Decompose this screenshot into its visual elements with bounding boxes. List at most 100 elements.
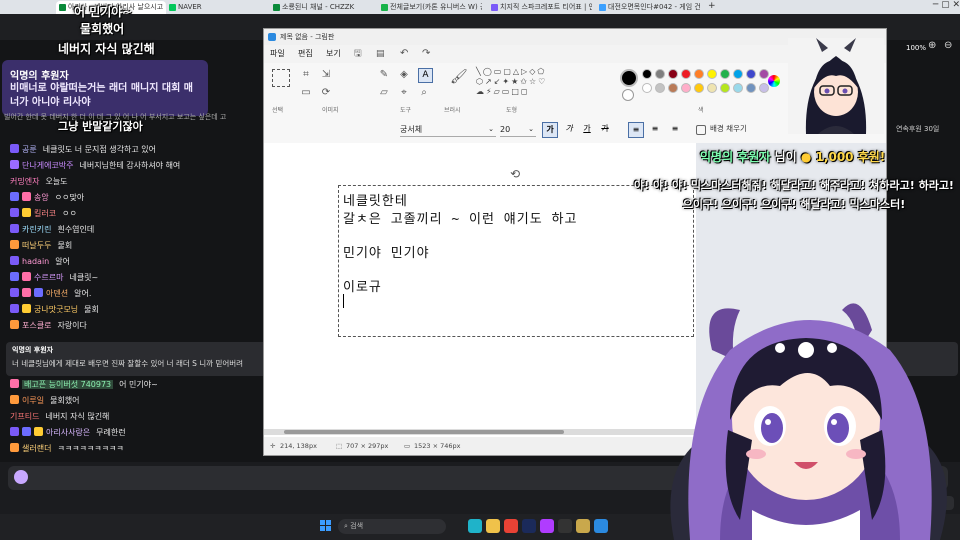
color-swatch[interactable] xyxy=(720,69,730,79)
chat-nickname[interactable]: 포스클로 xyxy=(22,321,51,330)
color-picker-icon[interactable]: ⌖ xyxy=(398,87,410,99)
chat-nickname[interactable]: 카린키린 xyxy=(22,225,51,234)
window-controls[interactable]: ─ ▢ ✕ xyxy=(870,0,960,10)
browser-tab[interactable]: 전체글보기(카톤 유니버스 W) 공 xyxy=(378,1,482,14)
background-fill-label: 배경 채우기 xyxy=(710,124,747,133)
open-icon[interactable]: ▤ xyxy=(376,45,385,63)
eraser-icon[interactable]: ▱ xyxy=(378,87,390,99)
chat-nickname[interactable]: 궁나맛굿모닝 xyxy=(34,305,78,314)
explorer-icon[interactable] xyxy=(486,519,500,533)
color-swatch[interactable] xyxy=(681,69,691,79)
color-swatch[interactable] xyxy=(655,83,665,93)
color-swatch[interactable] xyxy=(733,83,743,93)
font-size-select[interactable]: 20 ⌄ xyxy=(500,123,536,137)
photoshop-icon[interactable] xyxy=(522,519,536,533)
zoom-in-icon[interactable]: ⊕ xyxy=(928,40,936,51)
color-swatch[interactable] xyxy=(759,83,769,93)
color-swatch[interactable] xyxy=(642,83,652,93)
strikethrough-button[interactable]: 가 xyxy=(598,122,612,136)
chrome-icon[interactable] xyxy=(504,519,518,533)
browser-tab[interactable]: 치지직 스파크레포트 티어표 | 인 xyxy=(488,1,592,14)
chat-nickname[interactable]: 송앙 xyxy=(34,193,49,202)
badge-icon xyxy=(22,288,31,297)
align-right-icon[interactable]: ≡ xyxy=(668,122,682,136)
color-swatch[interactable] xyxy=(733,69,743,79)
menu-view[interactable]: 보기 xyxy=(326,45,341,63)
fill-icon[interactable]: ◈ xyxy=(398,69,410,81)
zoom-out-icon[interactable]: ⊖ xyxy=(944,40,952,51)
chat-nickname[interactable]: 배고픈 능이버섯 740973 xyxy=(22,380,114,389)
overlay-chat-line: 물회했어 xyxy=(80,22,125,36)
chat-nickname[interactable]: 기프티드 xyxy=(10,412,39,421)
color-swatch[interactable] xyxy=(642,69,652,79)
color-swatch[interactable] xyxy=(668,69,678,79)
browser-tab[interactable]: NAVER xyxy=(166,1,270,14)
align-left-icon[interactable]: ≡ xyxy=(628,122,644,138)
edit-colors-icon[interactable] xyxy=(768,75,780,87)
chat-text: 무례한런 xyxy=(96,428,126,437)
new-tab-icon[interactable]: + xyxy=(708,1,716,11)
brush-icon[interactable]: 🖌 xyxy=(450,70,468,84)
crop-icon[interactable]: ⌗ xyxy=(300,69,312,81)
paint-icon[interactable] xyxy=(594,519,608,533)
align-center-icon[interactable]: ≡ xyxy=(648,122,662,136)
image-icon[interactable]: ▭ xyxy=(300,87,312,99)
chat-nickname[interactable]: 킬러코 xyxy=(34,209,56,218)
color-swatch[interactable] xyxy=(668,83,678,93)
chat-nickname[interactable]: 이루일 xyxy=(22,396,44,405)
magnifier-icon[interactable]: ⌕ xyxy=(418,87,430,99)
pencil-icon[interactable]: ✎ xyxy=(378,69,390,81)
chat-nickname[interactable]: 공룬 xyxy=(22,145,37,154)
chat-nickname[interactable]: 아덴션 xyxy=(46,289,68,298)
league-icon[interactable] xyxy=(576,519,590,533)
cursor-position: 214, 138px xyxy=(280,442,317,450)
chat-nickname[interactable]: 단나게에코박주 xyxy=(22,161,74,170)
resize-icon[interactable]: ⇲ xyxy=(320,69,332,81)
tab-label: 대전오면목인다#042 - 게임 건의 xyxy=(608,3,700,11)
browser-tab[interactable]: 대전오면목인다#042 - 게임 건의 xyxy=(596,1,700,14)
rotate-handle-icon[interactable]: ⟲ xyxy=(510,167,520,181)
background-fill-checkbox[interactable] xyxy=(696,125,706,135)
font-name-select[interactable]: 궁서체 ⌄ xyxy=(400,123,496,137)
menu-file[interactable]: 파일 xyxy=(270,45,285,63)
redo-icon[interactable]: ↷ xyxy=(422,45,430,63)
color-swatch[interactable] xyxy=(720,83,730,93)
chat-nickname[interactable]: 수르르마 xyxy=(34,273,63,282)
rotate-icon[interactable]: ⟳ xyxy=(320,87,332,99)
select-tool-icon[interactable] xyxy=(272,69,290,87)
italic-button[interactable]: 가 xyxy=(562,122,576,136)
obs-icon[interactable] xyxy=(558,519,572,533)
chat-nickname[interactable]: 커밍엔자 xyxy=(10,177,39,186)
secondary-color-swatch[interactable] xyxy=(622,89,634,101)
underline-button[interactable]: 가 xyxy=(580,122,594,136)
color-swatch[interactable] xyxy=(707,69,717,79)
color-swatch[interactable] xyxy=(655,69,665,79)
color-swatch[interactable] xyxy=(759,69,769,79)
app-icon[interactable] xyxy=(540,519,554,533)
chat-text: 물회 xyxy=(57,241,73,250)
color-palette[interactable] xyxy=(642,69,772,99)
color-swatch[interactable] xyxy=(694,83,704,93)
primary-color-swatch[interactable] xyxy=(620,69,638,87)
chat-nickname[interactable]: 아리사사랑은 xyxy=(46,428,90,437)
shapes-gallery[interactable]: ╲◯▭▢△▷◇⬠ ⬡↗↙✦★✩☆♡ ☁⚡▱▭□◻ xyxy=(476,67,566,99)
browser-tab[interactable]: 소룡된니 채널 - CHZZK xyxy=(270,1,374,14)
color-swatch[interactable] xyxy=(746,83,756,93)
color-swatch[interactable] xyxy=(707,83,717,93)
edge-icon[interactable] xyxy=(468,519,482,533)
horizontal-scrollbar[interactable] xyxy=(264,429,696,435)
color-swatch[interactable] xyxy=(694,69,704,79)
save-icon[interactable]: 🖫 xyxy=(354,45,362,63)
chat-nickname[interactable]: 떠날두두 xyxy=(22,241,51,250)
scrollbar-thumb[interactable] xyxy=(284,430,564,434)
windows-start-icon[interactable] xyxy=(320,520,332,532)
text-tool-icon[interactable]: A xyxy=(418,68,433,83)
chat-nickname[interactable]: 샐러랜더 xyxy=(22,444,51,453)
chat-nickname[interactable]: hadain xyxy=(22,257,49,266)
taskbar-search[interactable]: ⌕ 검색 xyxy=(338,519,446,534)
bold-button[interactable]: 가 xyxy=(542,122,558,138)
menu-edit[interactable]: 편집 xyxy=(298,45,313,63)
undo-icon[interactable]: ↶ xyxy=(400,45,408,63)
color-swatch[interactable] xyxy=(681,83,691,93)
color-swatch[interactable] xyxy=(746,69,756,79)
